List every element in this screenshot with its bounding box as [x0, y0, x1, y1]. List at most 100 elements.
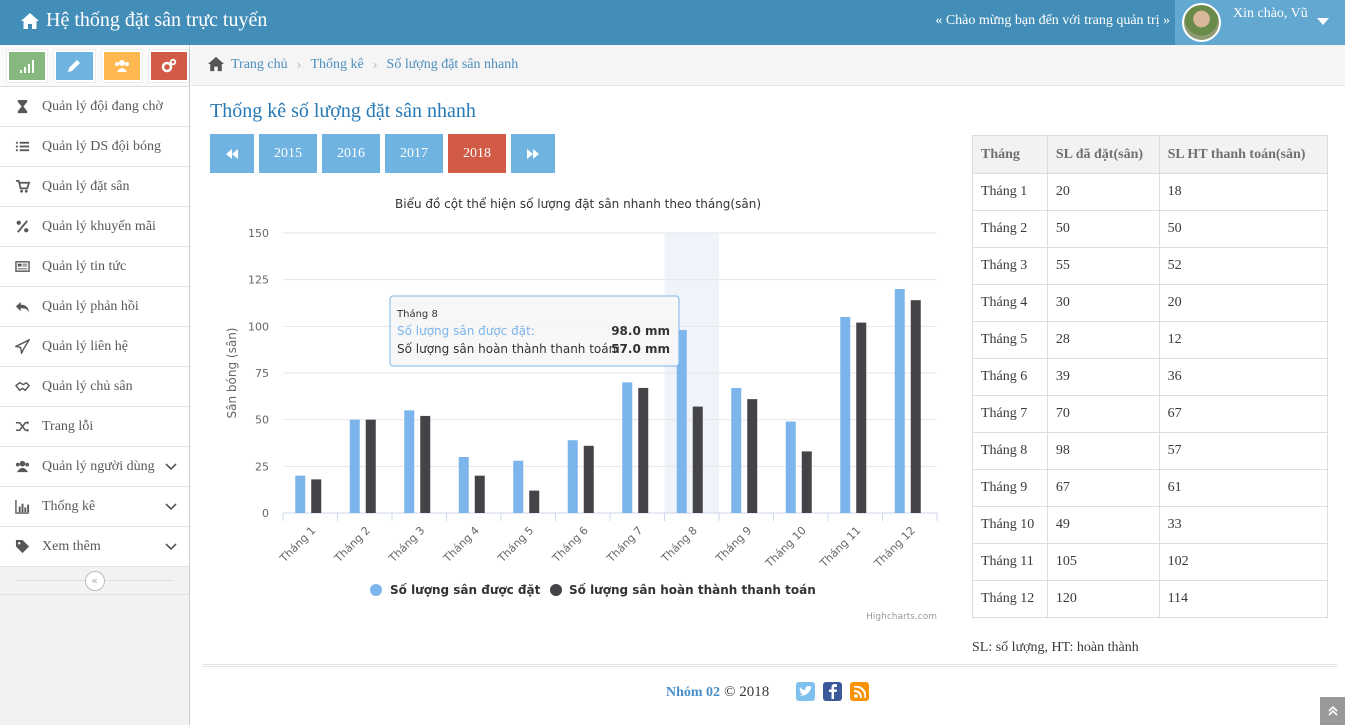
sidebar: Quản lý đội đang chờ Quản lý DS đội bóng… [0, 45, 191, 725]
table-row: Tháng 8 98 57 [972, 432, 1329, 470]
chevron-down-icon [165, 543, 177, 551]
x-tick-label: Tháng 1 [277, 524, 319, 566]
table-row: Tháng 3 55 52 [972, 247, 1329, 285]
table-row: Tháng 4 30 20 [972, 284, 1329, 322]
sidebar-item-label: Quản lý đội đang chờ [42, 98, 163, 114]
bar-paid [910, 300, 921, 513]
x-tick-label: Tháng 7 [604, 524, 646, 566]
table-cell: Tháng 6 [972, 358, 1048, 396]
table-cell: 33 [1158, 506, 1329, 544]
shortcut-stats-button[interactable] [5, 49, 49, 83]
previous-year-button[interactable] [210, 134, 254, 173]
table-cell: Tháng 2 [972, 210, 1048, 248]
year-2016-button[interactable]: 2016 [322, 134, 380, 173]
table-cell: 61 [1158, 469, 1329, 507]
sidebar-item-label: Quản lý tin tức [42, 258, 127, 274]
footer: Nhóm 02 © 2018 [666, 684, 769, 701]
table-row: Tháng 9 67 61 [972, 469, 1329, 507]
bar-paid [856, 322, 867, 513]
bar-paid [692, 406, 703, 513]
sidebar-item-contacts[interactable]: Quản lý liên hệ [0, 327, 189, 367]
bar-booked [458, 457, 469, 513]
x-tick-label: Tháng 4 [440, 524, 482, 566]
users-icon [14, 459, 30, 475]
legend-label: Số lượng sân được đặt [390, 583, 541, 597]
user-greeting: Xin chào, Vũ [1233, 6, 1308, 21]
sidebar-item-label: Xem thêm [42, 538, 101, 554]
bar-paid [638, 387, 649, 513]
top-navbar: Hệ thống đặt sân trực tuyến « Chào mừng … [0, 0, 1345, 45]
scroll-to-top-button[interactable] [1320, 697, 1345, 725]
next-year-button[interactable] [511, 134, 555, 173]
table-row: Tháng 6 39 36 [972, 358, 1329, 396]
bar-paid [365, 419, 376, 513]
double-chevron-left-icon[interactable]: « [84, 570, 105, 591]
newspaper-icon [14, 259, 30, 275]
sidebar-item-error-page[interactable]: Trang lỗi [0, 407, 189, 447]
table-row: Tháng 10 49 33 [972, 506, 1329, 544]
shortcut-settings-button[interactable] [147, 49, 191, 83]
breadcrumb-current: Số lượng đặt sân nhanh [386, 57, 519, 72]
chart-title: Biểu đồ cột thể hiện số lượng đặt sân nh… [395, 197, 761, 211]
table-cell: 67 [1046, 469, 1160, 507]
sidebar-item-users[interactable]: Quản lý người dùng [0, 447, 189, 487]
table-header: SL HT thanh toán(sân) [1158, 135, 1329, 174]
breadcrumb-section-link[interactable]: Thống kê [310, 57, 363, 73]
sidebar-item-label: Quản lý đặt sân [42, 178, 130, 194]
breadcrumb-home-link[interactable]: Trang chủ [231, 57, 288, 73]
sidebar-item-owners[interactable]: Quản lý chủ sân [0, 367, 189, 407]
list-icon [14, 139, 30, 155]
tooltip-header: Tháng 8 [396, 308, 438, 320]
table-cell: 30 [1046, 284, 1160, 322]
year-2018-button[interactable]: 2018 [448, 134, 506, 173]
sidebar-item-statistics[interactable]: Thống kê [0, 487, 189, 527]
sidebar-item-label: Quản lý chủ sân [42, 378, 133, 394]
backward-icon [226, 148, 238, 159]
sidebar-item-bookings[interactable]: Quản lý đặt sân [0, 167, 189, 207]
page-title: Thống kê số lượng đặt sân nhanh [210, 100, 476, 122]
booking-chart-svg: Biểu đồ cột thể hiện số lượng đặt sân nh… [225, 197, 938, 622]
brand[interactable]: Hệ thống đặt sân trực tuyến [20, 9, 267, 32]
sidebar-item-more[interactable]: Xem thêm [0, 527, 189, 567]
year-selector: 2015 2016 2017 2018 [210, 134, 555, 173]
legend-marker [370, 584, 382, 596]
user-menu[interactable]: Xin chào, Vũ [1175, 0, 1345, 45]
sidebar-item-label: Quản lý khuyến mãi [42, 218, 156, 234]
sidebar-item-news[interactable]: Quản lý tin tức [0, 247, 189, 287]
table-row: Tháng 12 120 114 [972, 580, 1329, 618]
sidebar-item-waiting-teams[interactable]: Quản lý đội đang chờ [0, 87, 189, 127]
sidebar-item-team-list[interactable]: Quản lý DS đội bóng [0, 127, 189, 167]
footer-team: Nhóm 02 [666, 684, 721, 700]
facebook-icon[interactable] [823, 682, 842, 701]
x-tick-label: Tháng 5 [495, 524, 537, 566]
cogs-icon [161, 58, 177, 73]
shortcut-edit-button[interactable] [53, 49, 96, 83]
table-cell: 57 [1158, 432, 1329, 470]
table-cell: 67 [1158, 395, 1329, 433]
twitter-icon[interactable] [796, 682, 815, 701]
table-cell: 18 [1158, 173, 1329, 211]
table-cell: Tháng 3 [972, 247, 1048, 285]
home-icon [207, 56, 231, 75]
chevron-right-icon: › [372, 58, 378, 72]
random-icon [14, 419, 30, 435]
table-cell: 36 [1158, 358, 1329, 396]
y-tick-label: 25 [255, 460, 269, 473]
caret-down-icon [1317, 18, 1329, 25]
rss-icon[interactable] [850, 682, 869, 701]
shortcut-users-button[interactable] [100, 49, 143, 83]
x-tick-label: Tháng 12 [871, 524, 918, 571]
sidebar-shortcuts [0, 45, 191, 87]
sidebar-item-promotions[interactable]: Quản lý khuyến mãi [0, 207, 189, 247]
sidebar-item-feedback[interactable]: Quản lý phản hồi [0, 287, 189, 327]
chevron-down-icon [165, 463, 177, 471]
sidebar-item-label: Trang lỗi [42, 418, 94, 434]
footer-divider [203, 664, 1337, 667]
handshake-icon [14, 379, 30, 395]
table-cell: 70 [1046, 395, 1160, 433]
tooltip-label: Số lượng sân hoàn thành thanh toán: [397, 342, 620, 356]
y-tick-label: 0 [262, 507, 269, 520]
y-tick-label: 100 [248, 320, 269, 333]
year-2015-button[interactable]: 2015 [259, 134, 317, 173]
year-2017-button[interactable]: 2017 [385, 134, 443, 173]
